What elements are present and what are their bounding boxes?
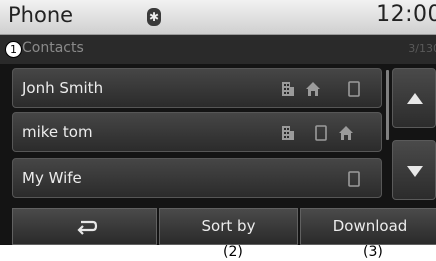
callout-3: (3): [363, 244, 383, 260]
contact-name: My Wife: [22, 169, 82, 187]
callout-2: (2): [223, 244, 243, 260]
phone-screen: Phone ✱ 12:00 1 Contacts 3/130 Jonh Smit…: [0, 0, 436, 245]
mobile-icon: [348, 171, 360, 187]
home-icon: [339, 126, 353, 140]
arrow-down-icon: [407, 166, 423, 177]
section-label: Contacts: [22, 40, 84, 56]
app-title: Phone: [8, 3, 74, 27]
download-button[interactable]: Download: [300, 208, 436, 245]
office-icon: [282, 126, 294, 140]
sort-by-button[interactable]: Sort by: [159, 208, 298, 245]
contact-row-jonh-smith[interactable]: Jonh Smith: [12, 68, 382, 108]
scroll-up-button[interactable]: [392, 68, 436, 128]
callout-1: 1: [5, 41, 22, 58]
status-bar: Phone ✱ 12:00: [0, 0, 436, 35]
back-arrow-icon: [77, 220, 98, 235]
scrollbar[interactable]: [386, 70, 389, 140]
bottom-toolbar: Sort by Download: [0, 208, 436, 245]
arrow-up-icon: [407, 93, 423, 104]
home-icon: [306, 82, 320, 96]
bluetooth-icon: ✱: [147, 8, 161, 26]
contact-count: 3/130: [408, 42, 436, 55]
clock: 12:00: [376, 2, 436, 27]
contact-row-mike-tom[interactable]: mike tom: [12, 112, 382, 152]
contact-row-my-wife[interactable]: My Wife: [12, 158, 382, 198]
back-button[interactable]: [12, 208, 157, 245]
contact-name: mike tom: [22, 123, 93, 141]
scroll-down-button[interactable]: [392, 140, 436, 200]
mobile-icon: [348, 81, 360, 97]
office-icon: [282, 82, 294, 96]
contact-name: Jonh Smith: [22, 79, 104, 97]
mobile-icon: [315, 125, 327, 141]
